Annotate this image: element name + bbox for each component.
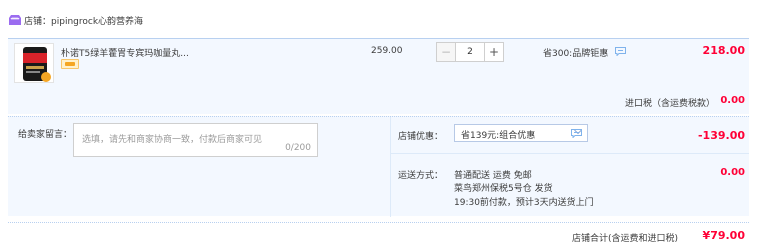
- quantity-stepper: − 2 +: [436, 42, 504, 62]
- store-total-value: ¥79.00: [702, 229, 745, 242]
- message-textarea[interactable]: 选填，请先和商家协商一致，付款后商家可见 0/200: [73, 123, 318, 157]
- increase-button[interactable]: +: [484, 42, 504, 62]
- product-image: [15, 44, 53, 82]
- shipping-amount: 0.00: [720, 167, 745, 178]
- vertical-divider: [390, 117, 391, 217]
- coupon-selected-value: 省139元:组合优惠: [461, 131, 536, 141]
- store-icon: [9, 15, 21, 25]
- service-badge-icon: [61, 59, 79, 69]
- order-options: 给卖家留言： 选填，请先和商家协商一致，付款后商家可见 0/200 店铺优惠： …: [8, 116, 749, 217]
- store-label-group: 店铺：pipingrock心韵营养海: [24, 14, 143, 27]
- quantity-input[interactable]: 2: [456, 42, 484, 62]
- shipping-label: 运送方式：: [398, 171, 444, 181]
- coupon-discount-amount: -139.00: [697, 129, 745, 142]
- store-coupon-select[interactable]: 省139元:组合优惠: [454, 124, 588, 142]
- promotion-text: 省300:品牌钜惠: [543, 49, 609, 59]
- store-total-label: 店铺合计(含运费和进口税): [572, 234, 679, 244]
- chat-icon[interactable]: [615, 47, 626, 56]
- store-coupon-label: 店铺优惠：: [398, 132, 444, 142]
- message-label: 给卖家留言：: [18, 130, 73, 140]
- shipping-method: 普通配送 运费 免邮: [454, 171, 532, 181]
- message-placeholder: 选填，请先和商家协商一致，付款后商家可见: [82, 135, 263, 145]
- coupon-chat-icon[interactable]: [571, 129, 582, 138]
- product-thumbnail[interactable]: [14, 43, 54, 83]
- import-tax-label: 进口税（含运费税款）: [625, 99, 716, 109]
- order-item: 朴诺T5绿羊藿胃专宾玛咖量丸... 259.00 − 2 + 省300:品牌钜惠…: [8, 38, 749, 114]
- store-total-row: 店铺合计(含运费和进口税) ¥79.00: [8, 222, 749, 246]
- store-name-link[interactable]: pipingrock心韵营养海: [51, 17, 143, 27]
- store-header: 店铺：pipingrock心韵营养海: [0, 0, 758, 38]
- import-tax-value: 0.00: [720, 95, 745, 106]
- horizontal-divider: [391, 153, 749, 154]
- item-total: 218.00: [702, 44, 745, 57]
- store-label: 店铺：: [24, 17, 52, 27]
- message-char-counter: 0/200: [285, 143, 311, 153]
- unit-price: 259.00: [371, 46, 403, 56]
- decrease-button[interactable]: −: [436, 42, 456, 62]
- shipping-eta: 19:30前付款，预计3天内送货上门: [454, 198, 594, 208]
- shipping-warehouse: 菜鸟郑州保税5号仓 发货: [454, 184, 553, 194]
- item-title[interactable]: 朴诺T5绿羊藿胃专宾玛咖量丸...: [61, 46, 189, 59]
